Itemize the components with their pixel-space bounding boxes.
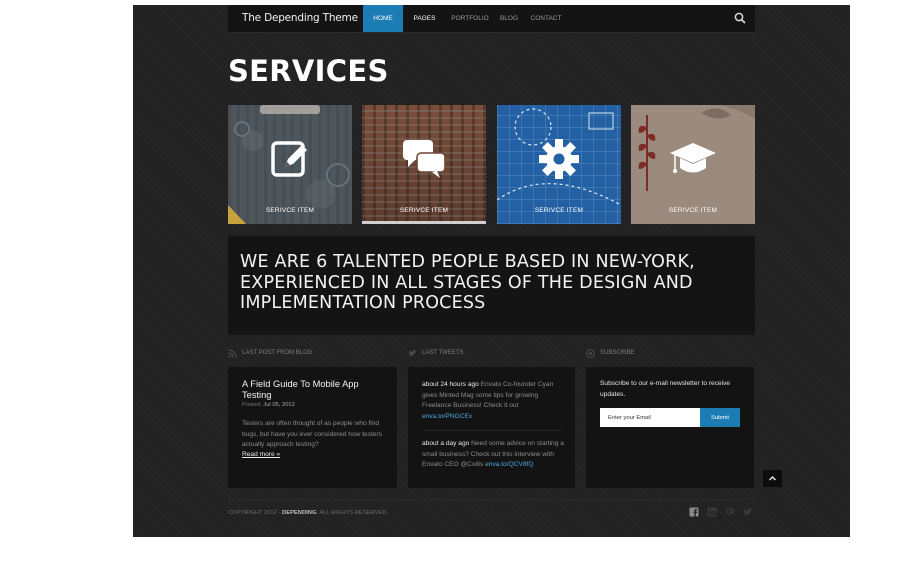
graduation-cap-icon (670, 143, 716, 173)
twitter-icon[interactable] (743, 507, 753, 517)
service-tile-1[interactable]: SERIVCE ITEM (228, 105, 352, 224)
post-title[interactable]: A Field Guide To Mobile App Testing (242, 379, 387, 400)
page-title: SERVICES (228, 54, 389, 88)
post-excerpt: Testers are often thought of as people w… (242, 420, 383, 448)
section-heading-text: LAST TWEETS (422, 350, 464, 356)
nav-item-contact[interactable]: CONTACT (524, 5, 568, 32)
section-heading-text: SUBSCRIBE (600, 350, 635, 356)
tweet-item: about 24 hours ago Envato Co-founder Cya… (422, 380, 567, 422)
search-icon[interactable] (733, 11, 747, 25)
main-menu: HOME PAGES PORTFOLIO BLOG CONTACT (363, 5, 568, 33)
nav-item-pages[interactable]: PAGES (403, 5, 446, 32)
service-label: SERIVCE ITEM (534, 207, 584, 214)
social-links (689, 507, 753, 517)
service-label: SERIVCE ITEM (265, 207, 315, 214)
tweet-item: about a day ago Need some advice on star… (422, 439, 567, 471)
globe-icon (586, 348, 595, 358)
service-tile-3[interactable]: SERIVCE ITEM (497, 105, 621, 224)
section-heading-blog: LAST POST FROM BLOG (228, 347, 312, 359)
footer-divider (228, 499, 755, 500)
section-heading-tweets: LAST TWEETS (408, 347, 463, 359)
edit-icon (271, 141, 307, 177)
subscribe-card: Subscribe to our e-mail newsletter to re… (586, 367, 754, 488)
tweet-link[interactable]: enva.to/PNGCEx (422, 413, 472, 420)
blog-card: A Field Guide To Mobile App Testing Post… (228, 367, 397, 488)
service-label: SERIVCE ITEM (668, 207, 718, 214)
linkedin-icon[interactable] (707, 507, 717, 517)
chat-bubbles-icon (403, 140, 446, 178)
service-tile-4[interactable]: SERIVCE ITEM (631, 105, 755, 224)
section-heading-subscribe: SUBSCRIBE (586, 347, 635, 359)
brand-logo[interactable]: The Depending Theme (242, 12, 358, 24)
chevron-up-icon (768, 475, 777, 481)
posted-date: Jul 05, 2012 (263, 402, 295, 408)
gear-icon (539, 139, 579, 179)
email-input[interactable] (600, 408, 700, 427)
banner-text: WE ARE 6 TALENTED PEOPLE BASED IN NEW-YO… (240, 252, 695, 313)
tweet-link[interactable]: enva.to/QCV8fQ (485, 461, 533, 468)
tile-active-underline (362, 221, 486, 224)
top-nav: The Depending Theme HOME PAGES PORTFOLIO… (228, 5, 755, 33)
tweets-card: about 24 hours ago Envato Co-founder Cya… (408, 367, 575, 488)
section-heading-text: LAST POST FROM BLOG (242, 350, 313, 356)
copyright-prefix: COPYRIGHT 2012 - (228, 510, 283, 516)
service-tile-2[interactable]: SERIVCE ITEM (362, 105, 486, 224)
tweet-time[interactable]: about a day ago (422, 440, 469, 447)
facebook-icon[interactable] (689, 507, 699, 517)
subscribe-text: Subscribe to our e-mail newsletter to re… (600, 380, 731, 398)
post-meta: Posted: Jul 05, 2012 (242, 402, 295, 408)
nav-item-portfolio[interactable]: PORTFOLIO (446, 5, 494, 32)
pinterest-icon[interactable] (725, 507, 735, 517)
tweet-time[interactable]: about 24 hours ago (422, 381, 479, 388)
service-label: SERIVCE ITEM (399, 207, 449, 214)
posted-label: Posted: (242, 402, 262, 408)
tweet-divider (422, 430, 562, 431)
nav-item-home[interactable]: HOME (363, 5, 403, 32)
page-frame: The Depending Theme HOME PAGES PORTFOLIO… (133, 5, 850, 537)
nav-item-blog[interactable]: BLOG (494, 5, 524, 32)
back-to-top-button[interactable] (763, 470, 782, 487)
intro-banner: WE ARE 6 TALENTED PEOPLE BASED IN NEW-YO… (228, 236, 755, 335)
copyright-suffix: . ALL RIGHTS RESERVED. (316, 510, 389, 516)
rss-icon (228, 348, 237, 358)
submit-button[interactable]: Submit (700, 408, 740, 427)
twitter-bird-icon (408, 349, 417, 356)
copyright-text: COPYRIGHT 2012 - DEPENDING. ALL RIGHTS R… (228, 510, 388, 516)
read-more-link[interactable]: Read more » (242, 451, 280, 458)
copyright-brand: DEPENDING (282, 510, 317, 516)
